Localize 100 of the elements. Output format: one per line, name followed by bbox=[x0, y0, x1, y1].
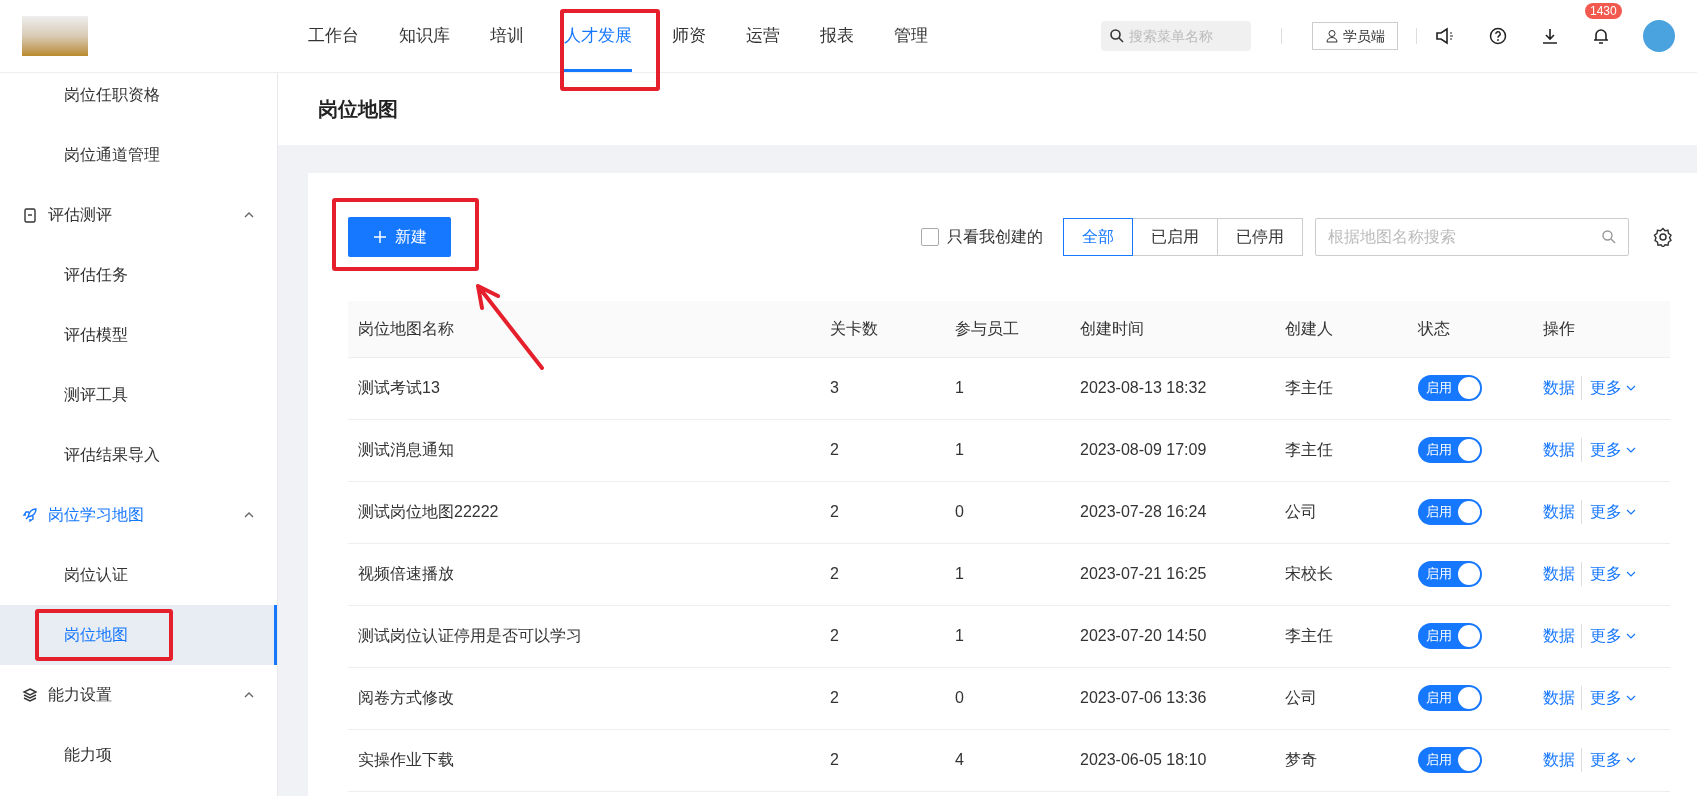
nav-tab[interactable]: 管理 bbox=[894, 0, 928, 72]
status-toggle[interactable]: 启用 bbox=[1418, 561, 1482, 587]
table-cell: 1 bbox=[955, 379, 964, 396]
download-icon[interactable] bbox=[1541, 27, 1559, 45]
chevron-down-icon bbox=[1626, 447, 1636, 453]
sidebar-item[interactable]: 评估模型 bbox=[0, 305, 277, 365]
nav-tab[interactable]: 培训 bbox=[490, 0, 524, 72]
nav-tab[interactable]: 报表 bbox=[820, 0, 854, 72]
checkbox[interactable] bbox=[921, 228, 939, 246]
table-cell: 2 bbox=[830, 441, 839, 458]
column-header: 操作 bbox=[1543, 319, 1575, 337]
sidebar-item[interactable]: 岗位地图 bbox=[0, 605, 277, 665]
search-icon bbox=[1109, 28, 1125, 44]
more-link[interactable]: 更多 bbox=[1582, 686, 1636, 710]
table-cell: 0 bbox=[955, 503, 964, 520]
more-link[interactable]: 更多 bbox=[1582, 438, 1636, 462]
settings-icon[interactable] bbox=[1653, 227, 1673, 247]
data-link[interactable]: 数据 bbox=[1543, 624, 1582, 648]
table-cell: 1 bbox=[955, 565, 964, 582]
table-cell: 2023-08-13 18:32 bbox=[1080, 379, 1207, 396]
chevron-down-icon bbox=[1626, 385, 1636, 391]
bell-icon[interactable] bbox=[1593, 27, 1609, 45]
map-search-field[interactable]: 根据地图名称搜索 bbox=[1315, 218, 1629, 256]
table-cell: 2023-06-05 18:10 bbox=[1080, 751, 1207, 768]
table-cell: 测试岗位地图22222 bbox=[358, 503, 499, 520]
table-cell: 4 bbox=[955, 751, 964, 768]
table-cell: 梦奇 bbox=[1285, 751, 1317, 768]
table-cell: 3 bbox=[830, 379, 839, 396]
table-cell: 1 bbox=[955, 627, 964, 644]
table-cell: 0 bbox=[955, 689, 964, 706]
table-cell: 2 bbox=[830, 503, 839, 520]
sidebar-item[interactable]: 测评工具 bbox=[0, 365, 277, 425]
table-cell: 2 bbox=[830, 565, 839, 582]
more-link[interactable]: 更多 bbox=[1582, 562, 1636, 586]
sidebar-item[interactable]: 能力项 bbox=[0, 725, 277, 785]
status-toggle[interactable]: 启用 bbox=[1418, 623, 1482, 649]
sidebar-group[interactable]: 评估测评 bbox=[0, 185, 277, 245]
column-header: 岗位地图名称 bbox=[358, 319, 454, 337]
table-cell: 阅卷方式修改 bbox=[358, 689, 454, 706]
table-cell: 2 bbox=[830, 689, 839, 706]
table-cell: 公司 bbox=[1285, 503, 1317, 520]
table-cell: 2 bbox=[830, 627, 839, 644]
status-toggle[interactable]: 启用 bbox=[1418, 437, 1482, 463]
data-link[interactable]: 数据 bbox=[1543, 748, 1582, 772]
student-portal-button[interactable]: 学员端 bbox=[1312, 22, 1398, 50]
filter-tab[interactable]: 全部 bbox=[1063, 218, 1133, 256]
status-toggle[interactable]: 启用 bbox=[1418, 685, 1482, 711]
nav-tab[interactable]: 工作台 bbox=[308, 0, 359, 72]
nav-tab[interactable]: 运营 bbox=[746, 0, 780, 72]
sidebar-item[interactable]: 评估结果导入 bbox=[0, 425, 277, 485]
table-cell: 测试考试13 bbox=[358, 379, 440, 396]
sidebar-group[interactable]: 岗位学习地图 bbox=[0, 485, 277, 545]
chevron-down-icon bbox=[1626, 695, 1636, 701]
table-cell: 1 bbox=[955, 441, 964, 458]
more-link[interactable]: 更多 bbox=[1582, 500, 1636, 524]
nav-tab[interactable]: 师资 bbox=[672, 0, 706, 72]
table-cell: 实操作业下载 bbox=[358, 751, 454, 768]
table-cell: 2 bbox=[830, 751, 839, 768]
table-cell: 宋校长 bbox=[1285, 565, 1333, 582]
data-link[interactable]: 数据 bbox=[1543, 376, 1582, 400]
chevron-icon bbox=[243, 211, 255, 219]
checkbox-label: 只看我创建的 bbox=[947, 227, 1043, 247]
avatar[interactable] bbox=[1643, 20, 1675, 52]
nav-tab[interactable]: 知识库 bbox=[399, 0, 450, 72]
status-toggle[interactable]: 启用 bbox=[1418, 747, 1482, 773]
column-header: 状态 bbox=[1418, 319, 1450, 337]
sidebar-item[interactable]: 评估任务 bbox=[0, 245, 277, 305]
more-link[interactable]: 更多 bbox=[1582, 748, 1636, 772]
chevron-icon bbox=[243, 691, 255, 699]
help-icon[interactable] bbox=[1489, 27, 1507, 45]
filter-tab[interactable]: 已停用 bbox=[1217, 218, 1303, 256]
sidebar-group[interactable]: 能力设置 bbox=[0, 665, 277, 725]
chevron-down-icon bbox=[1626, 571, 1636, 577]
new-button[interactable]: 新建 bbox=[348, 217, 451, 257]
table-cell: 李主任 bbox=[1285, 627, 1333, 644]
chevron-down-icon bbox=[1626, 509, 1636, 515]
table-cell: 2023-08-09 17:09 bbox=[1080, 441, 1207, 458]
page-title: 岗位地图 bbox=[318, 97, 398, 122]
sidebar-item[interactable]: 岗位任职资格 bbox=[0, 73, 277, 125]
column-header: 创建时间 bbox=[1080, 319, 1144, 337]
user-icon bbox=[1325, 29, 1339, 43]
more-link[interactable]: 更多 bbox=[1582, 376, 1636, 400]
data-link[interactable]: 数据 bbox=[1543, 500, 1582, 524]
data-link[interactable]: 数据 bbox=[1543, 686, 1582, 710]
more-link[interactable]: 更多 bbox=[1582, 624, 1636, 648]
status-toggle[interactable]: 启用 bbox=[1418, 499, 1482, 525]
table-cell: 2023-07-21 16:25 bbox=[1080, 565, 1207, 582]
table-cell: 测试消息通知 bbox=[358, 441, 454, 458]
sidebar-item[interactable]: 岗位通道管理 bbox=[0, 125, 277, 185]
data-link[interactable]: 数据 bbox=[1543, 562, 1582, 586]
chevron-icon bbox=[243, 511, 255, 519]
data-link[interactable]: 数据 bbox=[1543, 438, 1582, 462]
speaker-icon[interactable] bbox=[1435, 27, 1455, 45]
filter-tab[interactable]: 已启用 bbox=[1132, 218, 1218, 256]
status-toggle[interactable]: 启用 bbox=[1418, 375, 1482, 401]
rocket-icon bbox=[22, 507, 38, 523]
logo-photo-placeholder bbox=[22, 16, 88, 56]
table-cell: 李主任 bbox=[1285, 379, 1333, 396]
sidebar-item[interactable]: 岗位认证 bbox=[0, 545, 277, 605]
table-cell: 公司 bbox=[1285, 689, 1317, 706]
